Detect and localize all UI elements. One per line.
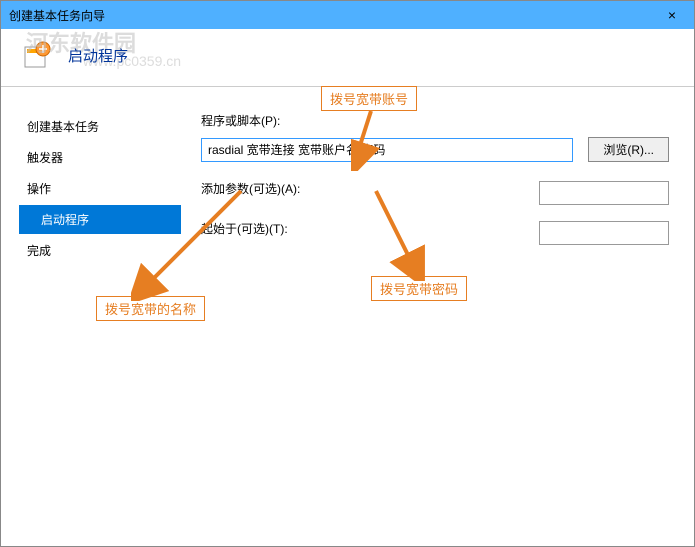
startin-row: 起始于(可选)(T): (201, 220, 669, 245)
args-input[interactable] (539, 181, 669, 205)
page-title: 启动程序 (68, 45, 128, 66)
arrow-account-icon (351, 106, 391, 171)
arrow-name-icon (131, 186, 251, 301)
arrow-password-icon (371, 186, 431, 281)
program-label: 程序或脚本(P): (201, 112, 669, 129)
form-area: 程序或脚本(P): 浏览(R)... 添加参数(可选)(A): 起始于(可选)(… (181, 112, 694, 537)
program-input-row: 浏览(R)... (201, 137, 669, 162)
startin-input[interactable] (539, 221, 669, 245)
titlebar: 创建基本任务向导 × (1, 1, 694, 29)
header-title-area: 启动程序 (68, 45, 128, 66)
header-section: 河东软件园 www.pc0359.cn 启动程序 (1, 29, 694, 87)
args-row: 添加参数(可选)(A): (201, 180, 669, 205)
sidebar: 创建基本任务 触发器 操作 启动程序 完成 (1, 112, 181, 537)
sidebar-item-create-task[interactable]: 创建基本任务 (19, 112, 181, 141)
sidebar-item-trigger[interactable]: 触发器 (19, 143, 181, 172)
close-button[interactable]: × (658, 7, 686, 23)
window-title: 创建基本任务向导 (9, 7, 105, 24)
browse-button[interactable]: 浏览(R)... (588, 137, 669, 162)
